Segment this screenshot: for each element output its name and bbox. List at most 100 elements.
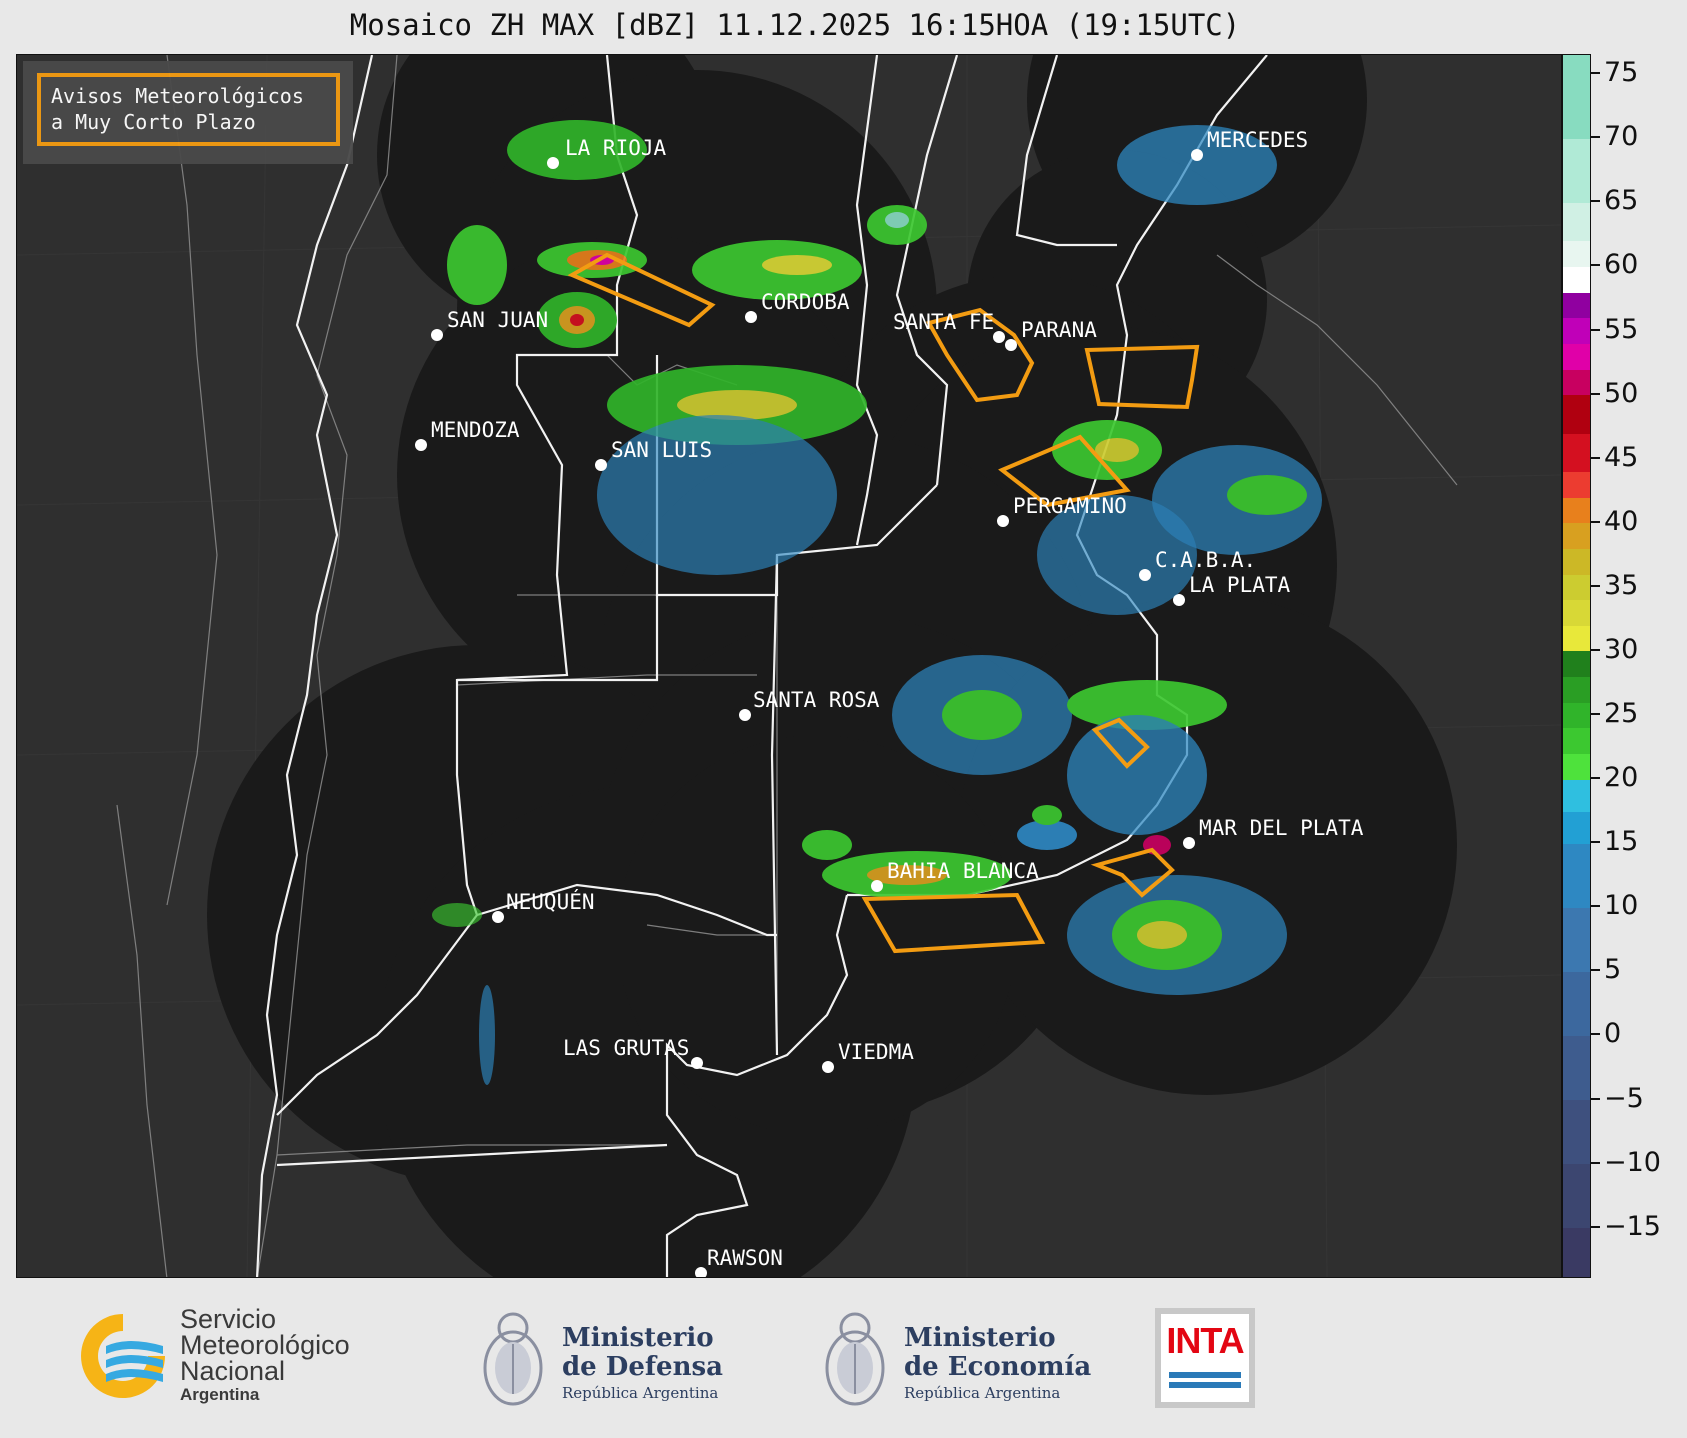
colorbar-segment [1563,599,1590,626]
colorbar-tick-mark [1591,456,1600,459]
city-dot-bahia-blanca [871,880,883,892]
smn-logo: Servicio Meteorológico Nacional Argentin… [68,1306,350,1406]
city-dot-pergamino [997,515,1009,527]
colorbar-tick-mark [1591,713,1600,716]
city-dot-viedma [822,1061,834,1073]
radar-coverage-circles [207,55,1457,1277]
city-dot-santa-rosa [739,709,751,721]
city-dot-mar-del-plata [1183,837,1195,849]
defensa-name: Ministerio de Defensa República Argentin… [562,1324,723,1404]
city-label-bahia-blanca: BAHIA BLANCA [887,859,1039,883]
colorbar-tick-label: 40 [1604,505,1639,537]
smn-line-2: Meteorológico [180,1330,350,1360]
city-dot-la-rioja [547,157,559,169]
city-label-rawson: RAWSON [707,1246,783,1270]
city-dot-la-plata [1173,594,1185,606]
colorbar-tick-mark [1591,392,1600,395]
defensa-line-2: de Defensa [562,1352,723,1382]
colorbar-segment [1563,625,1590,652]
colorbar-segment [1563,522,1590,549]
city-dot-mercedes [1191,149,1203,161]
colorbar-segment [1563,574,1590,601]
colorbar-tick-mark [1591,1097,1600,1100]
city-label-san-luis: SAN LUIS [611,438,712,462]
colorbar-tick-label: 70 [1604,121,1639,153]
colorbar-tick-mark [1591,777,1600,780]
inta-logo: INTA [1155,1308,1255,1408]
city-dot-mendoza [415,439,427,451]
city-dot-san-luis [595,459,607,471]
city-label-la-plata: LA PLATA [1189,573,1291,597]
colorbar-tick-label: 15 [1604,826,1639,858]
colorbar-segment [1563,433,1590,473]
city-dot-las-grutas [691,1057,703,1069]
colorbar-tick-mark [1591,520,1600,523]
map-canvas: LA RIOJA SAN JUAN CORDOBA MENDOZA SAN LU… [17,55,1561,1277]
city-label-pergamino: PERGAMINO [1013,494,1127,518]
economia-line-2: de Economía [904,1352,1092,1382]
colorbar-tick-label: 0 [1604,1018,1622,1050]
city-label-santa-fe: SANTA FE [893,310,994,334]
city-dot-cordoba [745,311,757,323]
colorbar-tick-label: 75 [1604,57,1639,89]
colorbar-segment [1563,1227,1590,1277]
colorbar-segment [1563,1099,1590,1165]
city-label-caba: C.A.B.A. [1155,548,1256,572]
city-label-mercedes: MERCEDES [1207,128,1308,152]
smn-name: Servicio Meteorológico Nacional Argentin… [180,1306,350,1406]
colorbar-tick-mark [1591,136,1600,139]
colorbar-tick-label: 35 [1604,569,1639,601]
city-label-parana: PARANA [1021,318,1097,342]
colorbar-tick-label: 30 [1604,633,1639,665]
smn-line-1: Servicio [180,1304,277,1334]
city-dot-caba [1139,569,1151,581]
dbz-colorbar [1562,54,1591,1278]
inta-wordmark: INTA [1166,1320,1244,1361]
colorbar-tick-label: −5 [1604,1082,1644,1114]
colorbar-segment [1563,548,1590,575]
colorbar-tick-label: −10 [1604,1146,1661,1178]
colorbar-segment [1563,138,1590,203]
colorbar-segment [1563,317,1590,344]
colorbar-segment [1563,292,1590,319]
colorbar-segment [1563,266,1590,293]
colorbar-segment [1563,753,1590,780]
defensa-line-3: República Argentina [562,1384,719,1402]
colorbar-segment [1563,1035,1590,1101]
colorbar-tick-label: 10 [1604,890,1639,922]
city-dot-san-juan [431,329,443,341]
colorbar-segment [1563,343,1590,370]
colorbar-segment [1563,202,1590,242]
colorbar-tick-label: 65 [1604,185,1639,217]
colorbar-tick-label: 45 [1604,441,1639,473]
city-dot-santa-fe [993,331,1005,343]
radar-circle-viedma [617,735,1017,1135]
colorbar-tick-mark [1591,200,1600,203]
city-label-neuquen: NEUQUÉN [506,889,595,914]
colorbar-segment [1563,676,1590,703]
economia-name: Ministerio de Economía República Argenti… [904,1324,1091,1404]
map-title: Mosaico ZH MAX [dBZ] 11.12.2025 16:15HOA… [349,8,1241,42]
colorbar-segment [1563,394,1590,434]
colorbar-tick-mark [1591,841,1600,844]
city-label-viedma: VIEDMA [838,1040,914,1064]
city-label-san-juan: SAN JUAN [447,308,548,332]
economia-line-3: República Argentina [904,1384,1061,1402]
colorbar-tick-label: 5 [1604,954,1622,986]
smn-line-3: Nacional [180,1356,286,1386]
colorbar-segment [1563,779,1590,812]
colorbar-tick-label: 25 [1604,698,1639,730]
city-label-la-rioja: LA RIOJA [565,136,667,160]
city-label-santa-rosa: SANTA ROSA [753,688,880,712]
argentina-coat-of-arms-icon [478,1298,548,1413]
colorbar-tick-mark [1591,1033,1600,1036]
footer-logos: Servicio Meteorológico Nacional Argentin… [0,1278,1687,1438]
radar-map[interactable]: LA RIOJA SAN JUAN CORDOBA MENDOZA SAN LU… [16,54,1562,1278]
colorbar-tick-mark [1591,584,1600,587]
colorbar-tick-mark [1591,1161,1600,1164]
colorbar-segment [1563,907,1590,972]
colorbar-segment [1563,727,1590,754]
colorbar-tick-mark [1591,328,1600,331]
colorbar-tick-mark [1591,1225,1600,1228]
colorbar-tick-mark [1591,72,1600,75]
